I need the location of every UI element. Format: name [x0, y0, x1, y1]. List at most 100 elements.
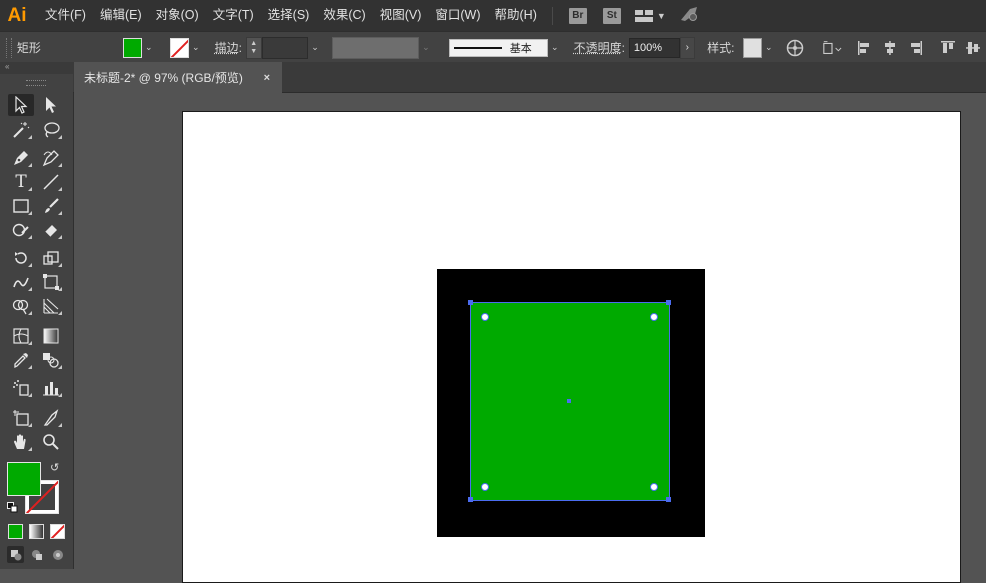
workspace-icon: [634, 9, 653, 22]
eraser-icon: [44, 225, 57, 238]
lasso-icon: [44, 122, 60, 138]
stock-button[interactable]: St: [602, 7, 621, 24]
toolbar-grip[interactable]: [26, 80, 46, 86]
align-left-icon[interactable]: [855, 38, 874, 58]
selection-handle-top-right[interactable]: [666, 300, 671, 305]
line-segment-tool[interactable]: [38, 171, 64, 193]
live-corner-widget-top-left[interactable]: [481, 313, 489, 321]
gradient-mode-button[interactable]: [29, 524, 44, 539]
stroke-weight-label[interactable]: 描边:: [215, 39, 242, 56]
draw-normal-button[interactable]: [7, 546, 24, 563]
selection-handle-bottom-right[interactable]: [666, 497, 671, 502]
align-top-icon[interactable]: [938, 38, 957, 58]
magic-wand-icon: [13, 122, 30, 138]
lasso-tool[interactable]: [38, 119, 64, 141]
fill-color-box[interactable]: [7, 462, 41, 496]
toolbar-header[interactable]: «: [0, 62, 73, 74]
canvas-area[interactable]: [74, 93, 986, 583]
line-segment-icon: [43, 174, 59, 190]
selection-handle-top-left[interactable]: [468, 300, 473, 305]
type-tool[interactable]: T: [8, 171, 34, 193]
variable-width-profile[interactable]: [331, 36, 420, 59]
slice-knife-icon: [43, 409, 59, 426]
brush-definition[interactable]: 基本: [448, 38, 548, 57]
fill-dropdown[interactable]: ⌄: [142, 38, 156, 58]
stroke-weight-stepper[interactable]: ▲ ▼: [245, 36, 262, 59]
stroke-dropdown[interactable]: ⌄: [189, 38, 203, 58]
gradient-icon: [43, 328, 59, 344]
perspective-grid-tool[interactable]: [38, 295, 64, 317]
recolor-artwork-icon[interactable]: [786, 38, 805, 58]
blend-tool[interactable]: [38, 349, 64, 371]
artboard-tool[interactable]: [8, 407, 34, 429]
bridge-button[interactable]: Br: [568, 7, 587, 24]
menu-object[interactable]: 对象(O): [149, 0, 206, 31]
menu-help[interactable]: 帮助(H): [488, 0, 544, 31]
menu-select[interactable]: 选择(S): [261, 0, 317, 31]
stroke-weight-dropdown[interactable]: ⌄: [308, 38, 322, 58]
opacity-label[interactable]: 不透明度:: [574, 39, 625, 56]
menu-type[interactable]: 文字(T): [206, 0, 261, 31]
mesh-tool[interactable]: [8, 325, 34, 347]
menu-window[interactable]: 窗口(W): [428, 0, 487, 31]
control-bar-grip[interactable]: [6, 37, 12, 58]
swap-fill-stroke-icon[interactable]: ↺: [50, 461, 59, 474]
rotate-tool[interactable]: [8, 247, 34, 269]
draw-behind-button[interactable]: [28, 546, 45, 563]
stroke-weight-field[interactable]: [261, 36, 309, 59]
hand-tool[interactable]: [8, 431, 34, 453]
shape-center-point[interactable]: [567, 399, 571, 403]
pen-nib-icon: [14, 151, 28, 165]
opacity-slider-button[interactable]: ›: [679, 36, 696, 59]
curvature-pen-icon: [42, 150, 59, 167]
none-mode-button[interactable]: [50, 524, 65, 539]
shaper-tool[interactable]: [8, 219, 34, 241]
paintbrush-tool[interactable]: [38, 195, 64, 217]
menu-file[interactable]: 文件(F): [38, 0, 93, 31]
live-corner-widget-top-right[interactable]: [650, 313, 658, 321]
rectangle-tool[interactable]: [8, 195, 34, 217]
menu-edit[interactable]: 编辑(E): [93, 0, 149, 31]
align-vertical-center-icon[interactable]: [964, 38, 983, 58]
style-dropdown[interactable]: ⌄: [762, 38, 776, 58]
live-corner-widget-bottom-right[interactable]: [650, 483, 658, 491]
document-tab[interactable]: 未标题-2* @ 97% (RGB/预览) ×: [74, 62, 282, 93]
eraser-tool[interactable]: [38, 219, 64, 241]
slice-tool[interactable]: [38, 407, 64, 429]
stroke-swatch[interactable]: [169, 37, 190, 58]
column-graph-tool[interactable]: [38, 377, 64, 399]
free-transform-tool[interactable]: [38, 271, 64, 293]
brush-dropdown[interactable]: ⌄: [548, 38, 562, 58]
opacity-input[interactable]: 100%: [628, 37, 680, 58]
profile-dropdown[interactable]: ⌄: [419, 38, 433, 58]
pen-tool[interactable]: [8, 147, 34, 169]
default-colors-icon[interactable]: [7, 502, 18, 516]
scale-tool[interactable]: [38, 247, 64, 269]
fill-swatch[interactable]: [122, 37, 142, 58]
workspace-switcher[interactable]: ▼: [634, 9, 666, 23]
curvature-tool[interactable]: [38, 147, 64, 169]
color-mode-button[interactable]: [8, 524, 23, 539]
warp-tool[interactable]: [8, 271, 34, 293]
collapse-toolbar-icon[interactable]: «: [5, 62, 9, 71]
shape-builder-tool[interactable]: [8, 295, 34, 317]
close-tab-icon[interactable]: ×: [264, 72, 270, 84]
align-center-icon[interactable]: [880, 38, 899, 58]
direct-selection-tool[interactable]: [38, 94, 64, 116]
gradient-tool[interactable]: [38, 325, 64, 347]
eyedropper-tool[interactable]: [8, 349, 34, 371]
transform-icon[interactable]: [822, 38, 842, 58]
live-corner-widget-bottom-left[interactable]: [481, 483, 489, 491]
menu-effect[interactable]: 效果(C): [316, 0, 372, 31]
artboard[interactable]: [182, 111, 961, 583]
symbol-sprayer-tool[interactable]: [8, 377, 34, 399]
align-right-icon[interactable]: [906, 38, 925, 58]
draw-inside-button[interactable]: [49, 546, 66, 563]
selection-handle-bottom-left[interactable]: [468, 497, 473, 502]
magic-wand-tool[interactable]: [8, 119, 34, 141]
selection-tool[interactable]: [8, 94, 34, 116]
graphic-style-swatch[interactable]: [742, 37, 762, 58]
zoom-tool[interactable]: [38, 431, 64, 453]
menu-view[interactable]: 视图(V): [373, 0, 429, 31]
sync-icon[interactable]: [678, 5, 700, 26]
